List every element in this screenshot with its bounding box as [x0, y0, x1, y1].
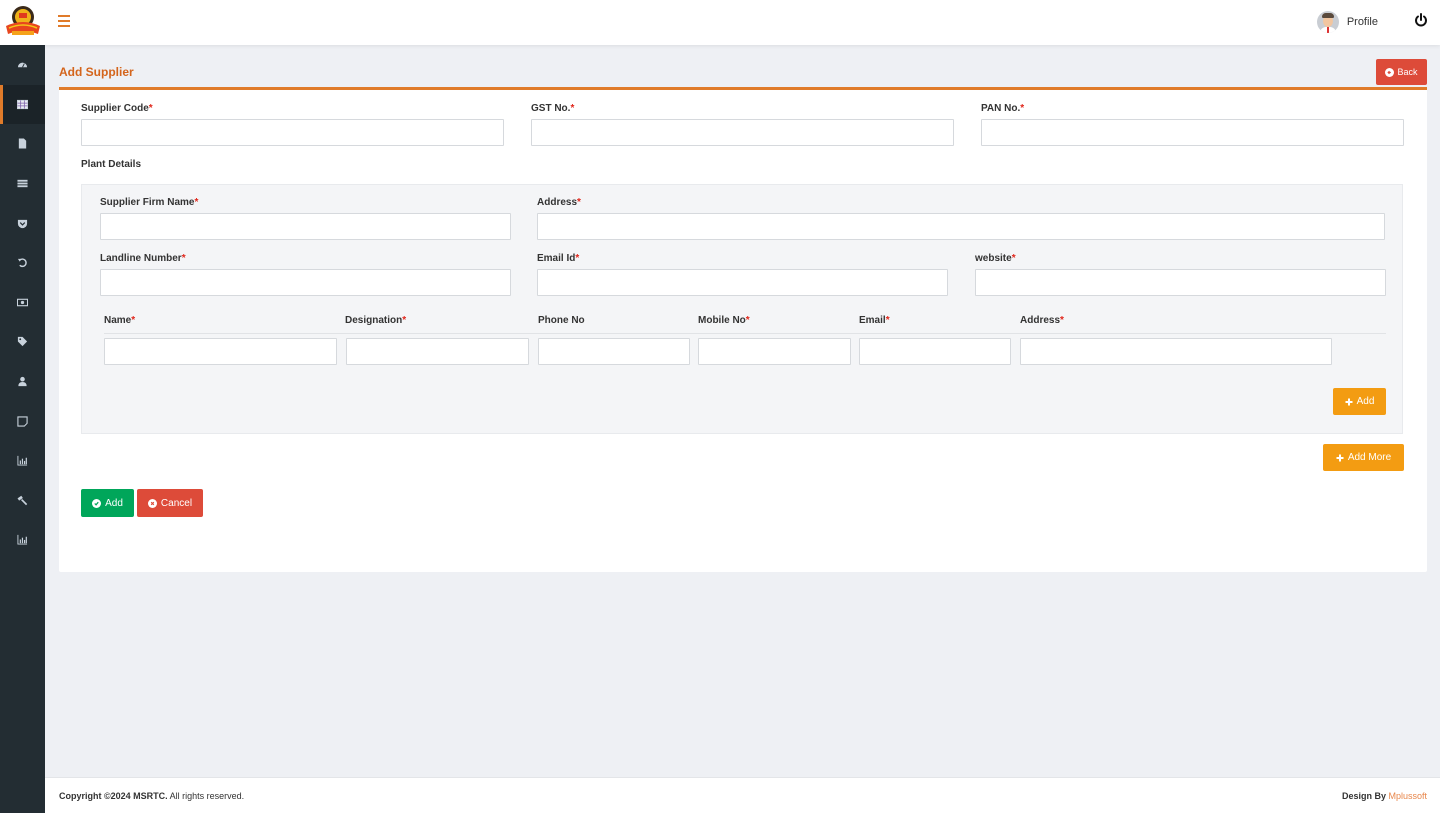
website-label: website*: [975, 253, 1016, 264]
firm-name-input[interactable]: [100, 213, 511, 240]
supplier-code-label: Supplier Code*: [81, 103, 153, 114]
sidebar-item-dashboard[interactable]: [0, 45, 45, 85]
money-icon: [17, 298, 28, 307]
supplier-code-input[interactable]: [81, 119, 504, 146]
contact-col-name: Name*: [104, 315, 136, 326]
back-button[interactable]: Back: [1376, 59, 1427, 85]
add-supplier-card: Add Supplier Back Supplier Code* GST No.…: [59, 57, 1427, 572]
footer: Copyright ©2024 MSRTC. All rights reserv…: [45, 777, 1440, 813]
sidebar: [0, 45, 45, 813]
sidebar-item-file[interactable]: [0, 124, 45, 164]
note-icon: [17, 416, 28, 427]
arrow-left-circle-icon: [1385, 67, 1395, 77]
pan-no-group: PAN No.*: [981, 103, 1404, 146]
sidebar-item-tag[interactable]: [0, 322, 45, 362]
contact-col-designation: Designation*: [345, 315, 407, 326]
avatar: [1316, 11, 1339, 33]
sidebar-item-gavel[interactable]: [0, 481, 45, 521]
sidebar-item-user[interactable]: [0, 362, 45, 402]
pan-no-input[interactable]: [981, 119, 1404, 146]
contact-email-input[interactable]: [859, 338, 1011, 365]
sidebar-item-undo[interactable]: [0, 243, 45, 283]
msrtc-logo[interactable]: [4, 4, 42, 38]
website-input[interactable]: [975, 269, 1386, 296]
contact-col-email: Email*: [859, 315, 890, 326]
firm-name-group: Supplier Firm Name*: [100, 197, 511, 240]
add-more-button[interactable]: Add More: [1323, 444, 1404, 471]
plus-icon: [1336, 454, 1344, 461]
profile-menu[interactable]: Profile: [1316, 11, 1378, 33]
email-id-input[interactable]: [537, 269, 948, 296]
times-circle-icon: [147, 498, 157, 508]
cancel-label: Cancel: [160, 497, 193, 509]
gst-no-input[interactable]: [531, 119, 954, 146]
card-header: Add Supplier Back: [59, 57, 1427, 90]
copyright-text: Copyright ©2024 MSRTC. All rights reserv…: [59, 791, 245, 801]
page-title: Add Supplier: [59, 65, 134, 79]
sidebar-item-note[interactable]: [0, 401, 45, 441]
contact-col-mobile: Mobile No*: [698, 315, 750, 326]
sidebar-item-reports[interactable]: [0, 441, 45, 481]
pocket-icon: [17, 219, 28, 228]
sidebar-item-money[interactable]: [0, 283, 45, 323]
contact-address-input[interactable]: [1020, 338, 1332, 365]
website-group: website*: [975, 253, 1386, 296]
profile-label: Profile: [1346, 16, 1378, 28]
bar-chart-icon: [17, 535, 28, 545]
gavel-icon: [17, 495, 28, 506]
submit-add-label: Add: [105, 497, 123, 509]
submit-add-button[interactable]: Add: [81, 489, 134, 517]
contact-designation-input[interactable]: [346, 338, 529, 365]
plant-details-heading: Plant Details: [81, 159, 142, 170]
contact-name-input[interactable]: [104, 338, 337, 365]
gst-no-group: GST No.*: [531, 103, 954, 146]
file-icon: [18, 138, 27, 150]
dashboard-icon: [17, 62, 28, 68]
top-navbar: Profile: [0, 0, 1440, 45]
email-id-group: Email Id*: [537, 253, 948, 296]
plant-address-input[interactable]: [537, 213, 1385, 240]
sidebar-item-table[interactable]: [0, 84, 45, 125]
plant-address-group: Address*: [537, 197, 1385, 240]
contact-col-address: Address*: [1020, 315, 1064, 326]
design-credit: Design By Mplussoft: [1341, 791, 1427, 801]
bar-chart-icon: [17, 456, 28, 466]
plant-details-panel: Supplier Firm Name* Address* Landline Nu…: [81, 184, 1403, 434]
list-icon: [17, 179, 28, 188]
user-icon: [18, 376, 27, 387]
pan-no-label: PAN No.*: [981, 103, 1025, 114]
undo-icon: [17, 258, 27, 268]
table-icon: [17, 99, 28, 109]
contact-mobile-input[interactable]: [698, 338, 851, 365]
power-icon[interactable]: [1414, 13, 1428, 27]
supplier-code-group: Supplier Code*: [81, 103, 504, 146]
landline-group: Landline Number*: [100, 253, 511, 296]
cancel-button[interactable]: Cancel: [137, 489, 203, 517]
gst-no-label: GST No.*: [531, 103, 575, 114]
landline-input[interactable]: [100, 269, 511, 296]
check-circle-icon: [92, 498, 102, 508]
contact-phone-input[interactable]: [538, 338, 690, 365]
plus-icon: [1345, 398, 1353, 405]
contact-header-divider: [104, 333, 1386, 334]
plant-address-label: Address*: [537, 197, 581, 208]
sidebar-item-list[interactable]: [0, 164, 45, 204]
tag-icon: [17, 337, 28, 347]
firm-name-label: Supplier Firm Name*: [100, 197, 199, 208]
designer-link[interactable]: Mplussoft: [1388, 791, 1427, 801]
contact-col-phone: Phone No: [538, 315, 585, 326]
add-contact-label: Add: [1356, 396, 1375, 407]
add-contact-button[interactable]: Add: [1333, 388, 1386, 415]
landline-label: Landline Number*: [100, 253, 186, 264]
email-id-label: Email Id*: [537, 253, 580, 264]
sidebar-item-pocket[interactable]: [0, 203, 45, 243]
sidebar-item-analytics[interactable]: [0, 520, 45, 560]
add-more-label: Add More: [1347, 452, 1392, 463]
hamburger-icon[interactable]: [58, 15, 70, 27]
back-label: Back: [1397, 67, 1418, 77]
